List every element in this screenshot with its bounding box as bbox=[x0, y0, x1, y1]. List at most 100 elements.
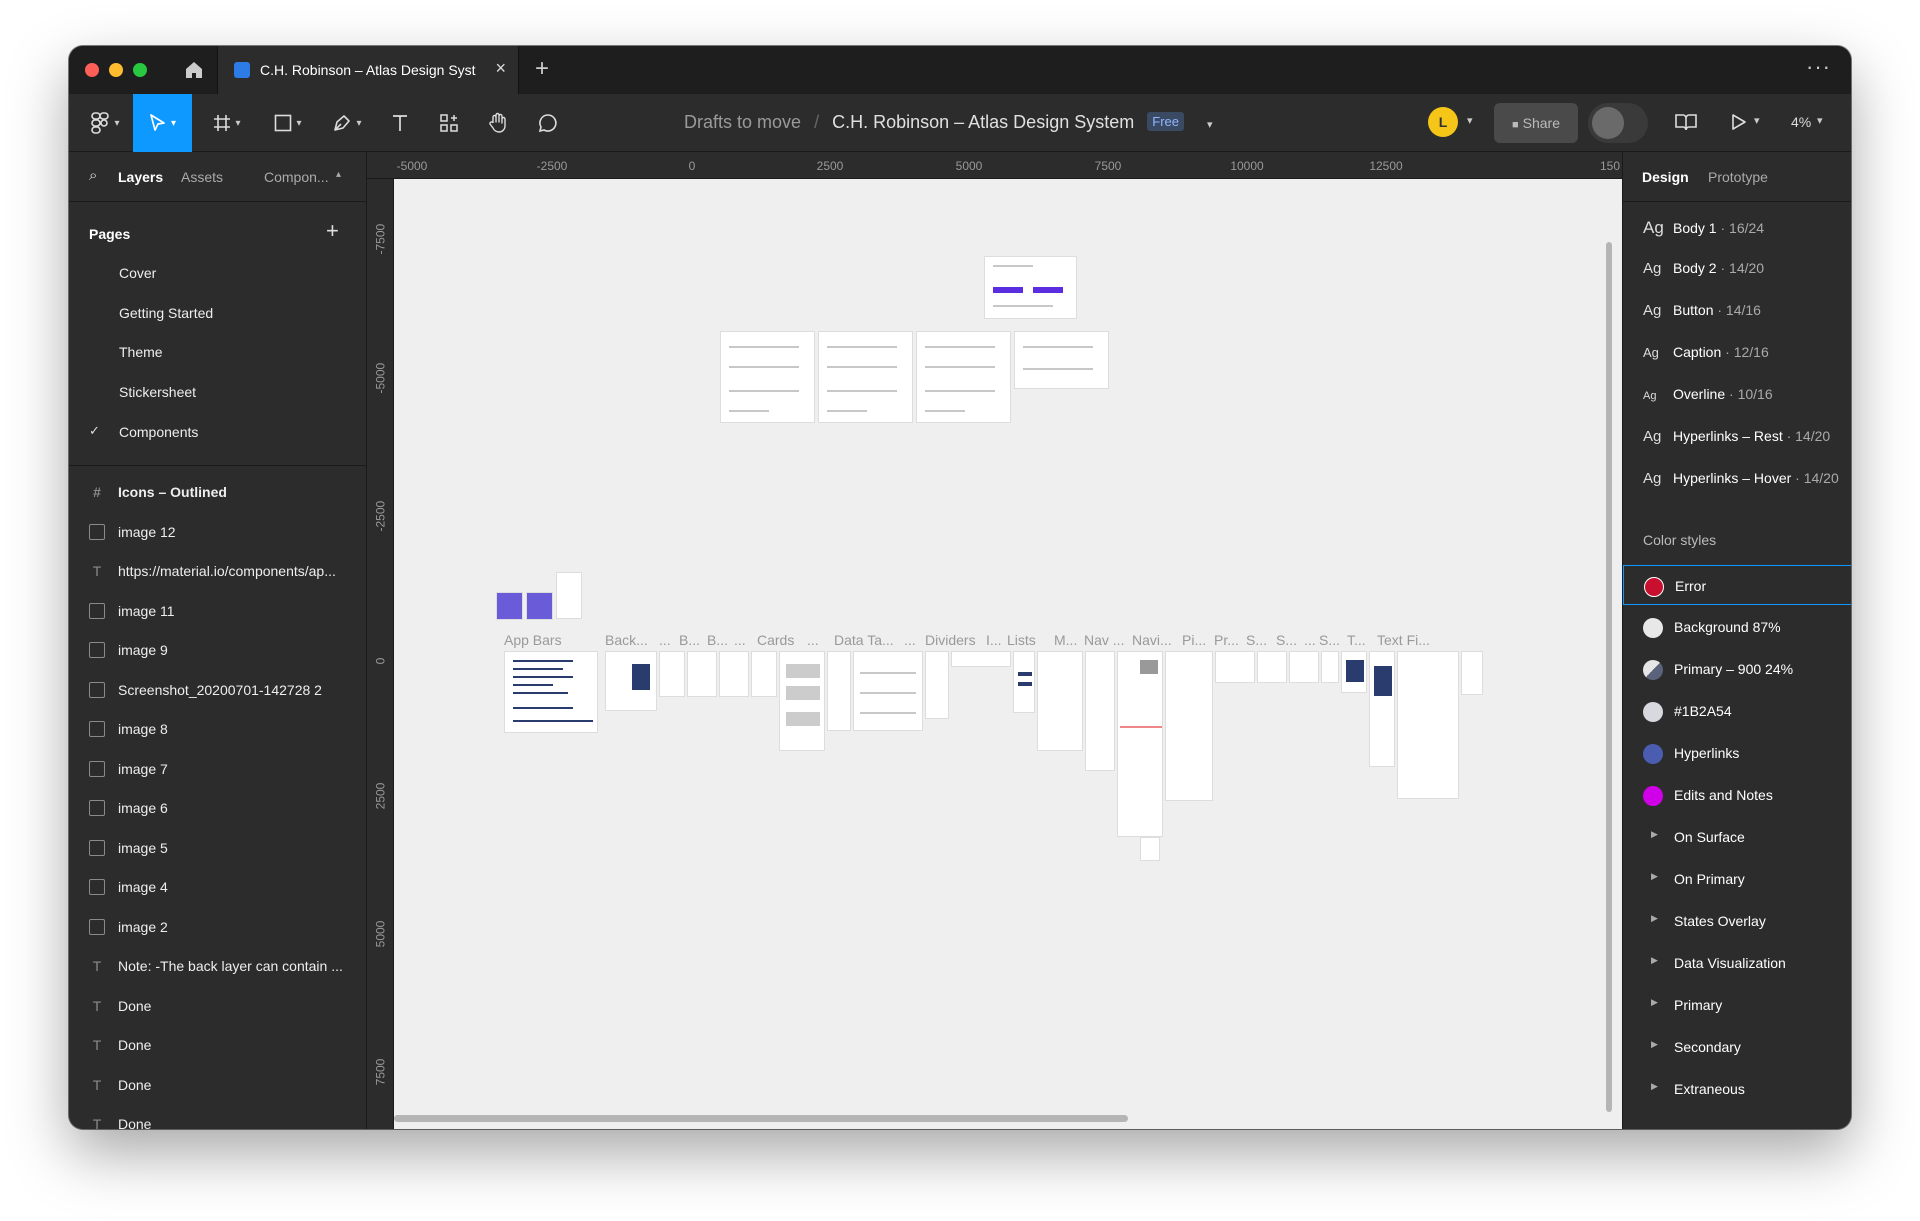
color-group-item[interactable]: ▶ On Surface bbox=[1623, 817, 1851, 857]
canvas-frame[interactable] bbox=[687, 651, 717, 697]
resources-tool-button[interactable] bbox=[431, 94, 467, 152]
canvas-frame[interactable] bbox=[916, 331, 1011, 423]
frame-label[interactable]: Nav ... bbox=[1084, 632, 1124, 648]
tab-components[interactable]: Compon... bbox=[264, 169, 329, 185]
layer-row[interactable]: T Done bbox=[89, 1025, 359, 1065]
canvas-frame[interactable] bbox=[1140, 837, 1160, 861]
chevron-up-icon[interactable]: ▴ bbox=[336, 169, 341, 180]
share-button[interactable]: ■ Share bbox=[1494, 103, 1578, 143]
home-icon[interactable] bbox=[180, 56, 208, 84]
text-style-item[interactable]: Ag Overline · 10/16 bbox=[1643, 386, 1773, 402]
canvas-frame[interactable] bbox=[1037, 651, 1083, 751]
canvas-frame[interactable] bbox=[827, 651, 851, 731]
canvas-frame[interactable] bbox=[1014, 331, 1109, 389]
frame-label[interactable]: Dividers bbox=[925, 632, 976, 648]
canvas-frame[interactable] bbox=[1461, 651, 1483, 695]
comment-tool-button[interactable] bbox=[530, 94, 566, 152]
layer-row[interactable]: image 7 bbox=[89, 749, 359, 789]
color-style-item[interactable]: Error⚙ bbox=[1623, 565, 1851, 605]
canvas-frame[interactable] bbox=[1289, 651, 1319, 683]
color-group-item[interactable]: ▶ Extraneous bbox=[1623, 1069, 1851, 1109]
chevron-down-icon[interactable]: ▾ bbox=[1754, 114, 1760, 127]
frame-label[interactable]: ... bbox=[904, 632, 916, 648]
frame-label[interactable]: ... bbox=[807, 632, 819, 648]
move-tool-button[interactable]: ▾ bbox=[133, 94, 192, 152]
close-tab-icon[interactable]: × bbox=[495, 58, 506, 79]
horizontal-scrollbar[interactable] bbox=[394, 1115, 1128, 1122]
canvas-image[interactable] bbox=[526, 592, 553, 620]
breadcrumb-folder[interactable]: Drafts to move bbox=[684, 112, 801, 132]
layer-row[interactable]: image 4 bbox=[89, 867, 359, 907]
frame-label[interactable]: Data Ta... bbox=[834, 632, 894, 648]
frame-label[interactable]: T... bbox=[1347, 632, 1366, 648]
page-item-components[interactable]: Components bbox=[119, 424, 198, 440]
canvas-frame[interactable] bbox=[751, 651, 777, 697]
canvas-frame[interactable] bbox=[818, 331, 913, 423]
maximize-window-button[interactable] bbox=[133, 63, 147, 77]
canvas-frame[interactable] bbox=[984, 256, 1077, 319]
color-style-item[interactable]: Edits and Notes bbox=[1623, 775, 1851, 815]
dev-mode-toggle[interactable] bbox=[1588, 103, 1648, 143]
frame-label[interactable]: Cards bbox=[757, 632, 794, 648]
color-style-item[interactable]: Primary – 900 24% bbox=[1623, 649, 1851, 689]
frame-label[interactable]: Pi... bbox=[1182, 632, 1206, 648]
chevron-down-icon[interactable]: ▾ bbox=[1817, 114, 1823, 127]
canvas-frame[interactable] bbox=[1215, 651, 1255, 683]
main-menu-button[interactable]: ▾ bbox=[81, 94, 129, 152]
file-tab[interactable]: C.H. Robinson – Atlas Design Syst​ × bbox=[217, 46, 519, 94]
frame-label[interactable]: App Bars bbox=[504, 632, 562, 648]
canvas-frame[interactable] bbox=[605, 651, 657, 711]
canvas-frame[interactable] bbox=[1397, 651, 1459, 799]
canvas-image[interactable] bbox=[496, 592, 523, 620]
frame-label[interactable]: S... bbox=[1246, 632, 1267, 648]
color-group-item[interactable]: ▶ Data Visualization bbox=[1623, 943, 1851, 983]
text-style-item[interactable]: Ag Body 1 · 16/24 bbox=[1643, 218, 1764, 238]
frame-label[interactable]: Text Fi... bbox=[1377, 632, 1430, 648]
frame-label[interactable]: Pr... bbox=[1214, 632, 1239, 648]
library-book-icon[interactable] bbox=[1674, 112, 1698, 132]
color-group-item[interactable]: ▶ Primary bbox=[1623, 985, 1851, 1025]
hand-tool-button[interactable] bbox=[480, 94, 516, 152]
color-group-item[interactable]: ▶ Secondary bbox=[1623, 1027, 1851, 1067]
file-menu-chevron-icon[interactable]: ▾ bbox=[1207, 119, 1213, 131]
layer-row[interactable]: image 2 bbox=[89, 907, 359, 947]
canvas-frame[interactable] bbox=[1321, 651, 1339, 683]
canvas-frame[interactable] bbox=[1341, 651, 1367, 693]
page-item-stickersheet[interactable]: Stickersheet bbox=[119, 384, 196, 400]
layer-row[interactable]: T Done bbox=[89, 986, 359, 1026]
frame-label[interactable]: I... bbox=[986, 632, 1002, 648]
more-icon[interactable]: ··· bbox=[1806, 54, 1831, 80]
design-canvas[interactable]: App Bars Back... ... B... B... ... Cards… bbox=[394, 179, 1622, 1129]
present-play-icon[interactable] bbox=[1731, 113, 1747, 131]
page-item-cover[interactable]: Cover bbox=[119, 265, 156, 281]
canvas-frame[interactable] bbox=[659, 651, 685, 697]
canvas-frame[interactable] bbox=[719, 651, 749, 697]
canvas-frame[interactable] bbox=[951, 651, 1011, 667]
text-tool-button[interactable] bbox=[382, 94, 418, 152]
tab-prototype[interactable]: Prototype bbox=[1708, 169, 1768, 185]
new-tab-icon[interactable]: + bbox=[535, 55, 549, 83]
layer-row[interactable]: # Icons – Outlined bbox=[89, 472, 359, 512]
canvas-image[interactable] bbox=[556, 572, 582, 619]
color-style-item[interactable]: #1B2A54 bbox=[1623, 691, 1851, 731]
color-style-item[interactable]: Background 87% bbox=[1623, 607, 1851, 647]
canvas-frame[interactable] bbox=[1117, 651, 1163, 837]
frame-tool-button[interactable]: ▾ bbox=[205, 94, 249, 152]
layer-row[interactable]: Thttps://material.io/components/ap... bbox=[89, 551, 359, 591]
text-style-item[interactable]: Ag Hyperlinks – Hover · 14/20 bbox=[1643, 470, 1839, 487]
zoom-level[interactable]: 4% bbox=[1791, 114, 1811, 130]
close-window-button[interactable] bbox=[85, 63, 99, 77]
color-style-item[interactable]: Hyperlinks bbox=[1623, 733, 1851, 773]
frame-label[interactable]: M... bbox=[1054, 632, 1077, 648]
frame-label[interactable]: B... bbox=[707, 632, 728, 648]
canvas-frame[interactable] bbox=[1085, 651, 1115, 771]
canvas-frame[interactable] bbox=[1013, 651, 1035, 713]
add-page-icon[interactable]: + bbox=[326, 218, 339, 244]
text-style-item[interactable]: Ag Body 2 · 14/20 bbox=[1643, 260, 1764, 277]
tab-assets[interactable]: Assets bbox=[181, 169, 223, 185]
frame-label[interactable]: ... bbox=[734, 632, 746, 648]
frame-label[interactable]: Lists bbox=[1007, 632, 1036, 648]
color-group-item[interactable]: ▶ On Primary bbox=[1623, 859, 1851, 899]
tab-design[interactable]: Design bbox=[1642, 169, 1689, 185]
color-group-item[interactable]: ▶ States Overlay bbox=[1623, 901, 1851, 941]
